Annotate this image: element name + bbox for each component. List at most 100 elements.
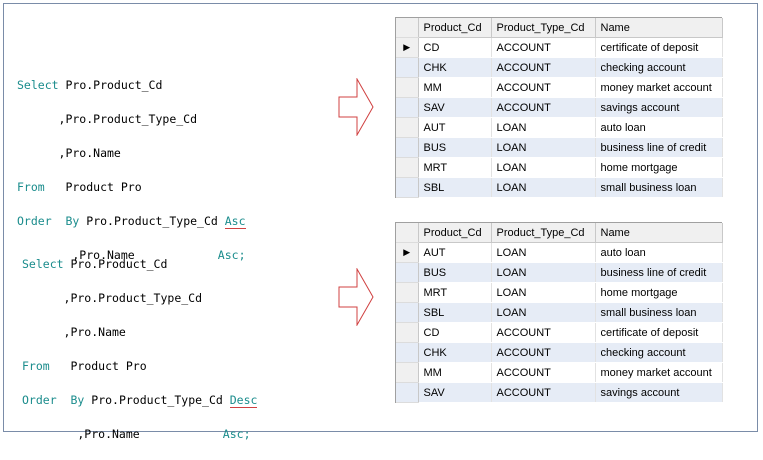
column-header-product-cd[interactable]: Product_Cd [418,223,492,243]
cell-product-cd[interactable]: CD [418,37,492,58]
cell-product-cd[interactable]: MRT [418,282,492,303]
row-header[interactable] [396,137,419,158]
sql-sort-direction-2: Asc; [222,427,251,441]
cell-product-cd[interactable]: SAV [418,97,492,118]
sql-keyword-order: Order [22,393,57,407]
cell-name[interactable]: small business loan [595,302,723,323]
cell-product-type-cd[interactable]: ACCOUNT [491,97,596,118]
current-row-indicator-icon[interactable]: ▶ [396,37,419,58]
table-row[interactable]: ▶ AUT LOAN auto loan [396,242,723,263]
cell-product-type-cd[interactable]: LOAN [491,242,596,263]
cell-product-cd[interactable]: CHK [418,57,492,78]
table-row[interactable]: CHK ACCOUNT checking account [396,342,723,363]
cell-product-cd[interactable]: MM [418,77,492,98]
row-header[interactable] [396,362,419,383]
cell-product-type-cd[interactable]: LOAN [491,302,596,323]
cell-name[interactable]: home mortgage [595,157,723,178]
table-row[interactable]: CD ACCOUNT certificate of deposit [396,322,723,343]
table-row[interactable]: SBL LOAN small business loan [396,302,723,323]
cell-name[interactable]: savings account [595,97,723,118]
cell-product-type-cd[interactable]: ACCOUNT [491,57,596,78]
cell-product-type-cd[interactable]: ACCOUNT [491,362,596,383]
cell-name[interactable]: business line of credit [595,262,723,283]
cell-name[interactable]: auto loan [595,242,723,263]
table-row[interactable]: AUT LOAN auto loan [396,117,723,138]
column-header-name[interactable]: Name [595,18,723,38]
cell-product-cd[interactable]: SBL [418,177,492,198]
cell-product-type-cd[interactable]: ACCOUNT [491,37,596,58]
cell-product-cd[interactable]: CD [418,322,492,343]
column-header-product-type-cd[interactable]: Product_Type_Cd [491,18,596,38]
cell-product-type-cd[interactable]: LOAN [491,262,596,283]
table-row[interactable]: BUS LOAN business line of credit [396,137,723,158]
table-row[interactable]: MRT LOAN home mortgage [396,157,723,178]
sql-order-column: Pro.Product_Type_Cd [84,393,230,407]
sql-keyword-by: By [65,214,80,228]
column-header-product-type-cd[interactable]: Product_Type_Cd [491,223,596,243]
row-header[interactable] [396,97,419,118]
row-header[interactable] [396,77,419,98]
row-header[interactable] [396,117,419,138]
cell-product-cd[interactable]: BUS [418,262,492,283]
table-row[interactable]: ▶ CD ACCOUNT certificate of deposit [396,37,723,58]
sql-line-from: From Product Pro [17,179,246,196]
cell-name[interactable]: certificate of deposit [595,322,723,343]
cell-product-type-cd[interactable]: ACCOUNT [491,382,596,403]
table-row[interactable]: MM ACCOUNT money market account [396,362,723,383]
sql-from-table: Product Pro [49,359,147,373]
cell-product-cd[interactable]: SBL [418,302,492,323]
cell-product-type-cd[interactable]: LOAN [491,282,596,303]
row-header[interactable] [396,157,419,178]
right-arrow-icon [338,268,374,326]
sql-line-select: Select Pro.Product_Cd [17,77,246,94]
sql-query-desc: Select Pro.Product_Cd ,Pro.Product_Type_… [22,239,258,460]
column-header-name[interactable]: Name [595,223,723,243]
sql-line-from: From Product Pro [22,358,257,375]
row-header[interactable] [396,322,419,343]
sql-line-order-by: Order By Pro.Product_Type_Cd Desc [22,392,258,409]
row-header[interactable] [396,342,419,363]
sql-order-column-2: ,Pro.Name [22,427,223,441]
table-row[interactable]: CHK ACCOUNT checking account [396,57,723,78]
cell-name[interactable]: small business loan [595,177,723,198]
table-row[interactable]: SAV ACCOUNT savings account [396,97,723,118]
cell-product-type-cd[interactable]: ACCOUNT [491,342,596,363]
table-row[interactable]: BUS LOAN business line of credit [396,262,723,283]
cell-name[interactable]: business line of credit [595,137,723,158]
row-header[interactable] [396,262,419,283]
cell-product-cd[interactable]: MM [418,362,492,383]
cell-product-type-cd[interactable]: LOAN [491,177,596,198]
cell-name[interactable]: certificate of deposit [595,37,723,58]
cell-name[interactable]: savings account [595,382,723,403]
table-row[interactable]: MRT LOAN home mortgage [396,282,723,303]
cell-name[interactable]: checking account [595,57,723,78]
cell-product-cd[interactable]: AUT [418,117,492,138]
table-row[interactable]: SAV ACCOUNT savings account [396,382,723,403]
cell-name[interactable]: money market account [595,362,723,383]
cell-product-cd[interactable]: CHK [418,342,492,363]
row-header[interactable] [396,282,419,303]
cell-product-type-cd[interactable]: ACCOUNT [491,77,596,98]
row-header[interactable] [396,57,419,78]
cell-name[interactable]: checking account [595,342,723,363]
row-header[interactable] [396,177,419,198]
cell-product-cd[interactable]: BUS [418,137,492,158]
cell-name[interactable]: money market account [595,77,723,98]
sql-line-column-2: ,Pro.Product_Type_Cd [22,291,203,305]
cell-name[interactable]: home mortgage [595,282,723,303]
row-header[interactable] [396,382,419,403]
current-row-indicator-icon[interactable]: ▶ [396,242,419,263]
cell-product-type-cd[interactable]: LOAN [491,157,596,178]
cell-product-cd[interactable]: AUT [418,242,492,263]
table-row[interactable]: SBL LOAN small business loan [396,177,723,198]
cell-product-cd[interactable]: SAV [418,382,492,403]
cell-product-type-cd[interactable]: ACCOUNT [491,322,596,343]
sql-select-column: Pro.Product_Cd [58,78,163,92]
cell-name[interactable]: auto loan [595,117,723,138]
column-header-product-cd[interactable]: Product_Cd [418,18,492,38]
table-row[interactable]: MM ACCOUNT money market account [396,77,723,98]
cell-product-type-cd[interactable]: LOAN [491,137,596,158]
cell-product-cd[interactable]: MRT [418,157,492,178]
row-header[interactable] [396,302,419,323]
cell-product-type-cd[interactable]: LOAN [491,117,596,138]
